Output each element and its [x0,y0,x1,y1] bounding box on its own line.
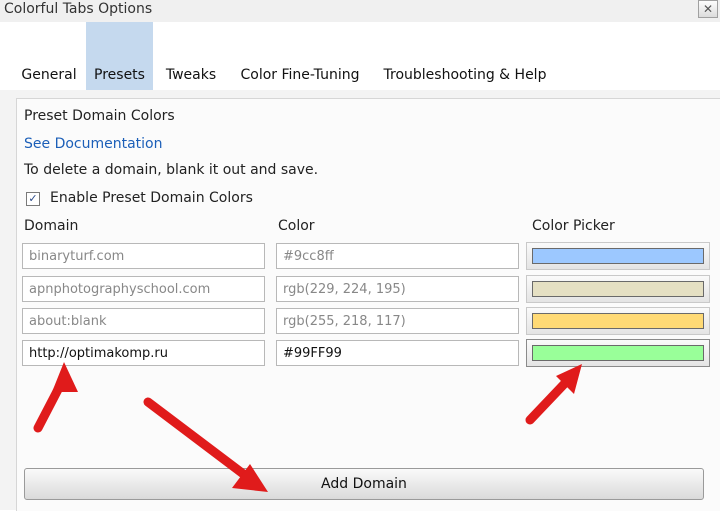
column-header-color-picker: Color Picker [532,218,615,234]
title-bar: Colorful Tabs Options ✕ [0,0,720,22]
color-input[interactable] [276,243,519,269]
enable-preset-checkbox[interactable]: ✓ [26,192,40,206]
color-input[interactable] [276,308,519,334]
domain-input[interactable] [22,340,265,366]
color-swatch [532,248,704,264]
color-picker-button[interactable] [526,275,710,303]
domain-input[interactable] [22,243,265,269]
color-picker-button[interactable] [526,242,710,270]
color-input[interactable] [276,276,519,302]
domain-input[interactable] [22,276,265,302]
tab-general[interactable]: General [12,22,86,90]
enable-preset-label: Enable Preset Domain Colors [50,190,253,206]
window-title: Colorful Tabs Options [4,1,153,17]
section-heading: Preset Domain Colors [24,108,175,124]
tab-bar: General Presets Tweaks Color Fine-Tuning… [0,22,720,91]
color-input[interactable] [276,340,519,366]
documentation-link[interactable]: See Documentation [24,136,163,152]
close-button[interactable]: ✕ [698,0,718,18]
presets-group [16,98,720,511]
tab-troubleshooting-help[interactable]: Troubleshooting & Help [376,22,554,90]
color-swatch [532,281,704,297]
add-domain-button[interactable]: Add Domain [24,468,704,500]
color-picker-button[interactable] [526,307,710,335]
color-swatch [532,345,704,361]
column-header-color: Color [278,218,315,234]
tab-color-fine-tuning[interactable]: Color Fine-Tuning [230,22,370,90]
column-header-domain: Domain [24,218,79,234]
tab-tweaks[interactable]: Tweaks [156,22,226,90]
instruction-text: To delete a domain, blank it out and sav… [24,162,319,178]
domain-input[interactable] [22,308,265,334]
tab-presets[interactable]: Presets [86,22,153,90]
color-picker-button[interactable] [526,339,710,367]
color-swatch [532,313,704,329]
